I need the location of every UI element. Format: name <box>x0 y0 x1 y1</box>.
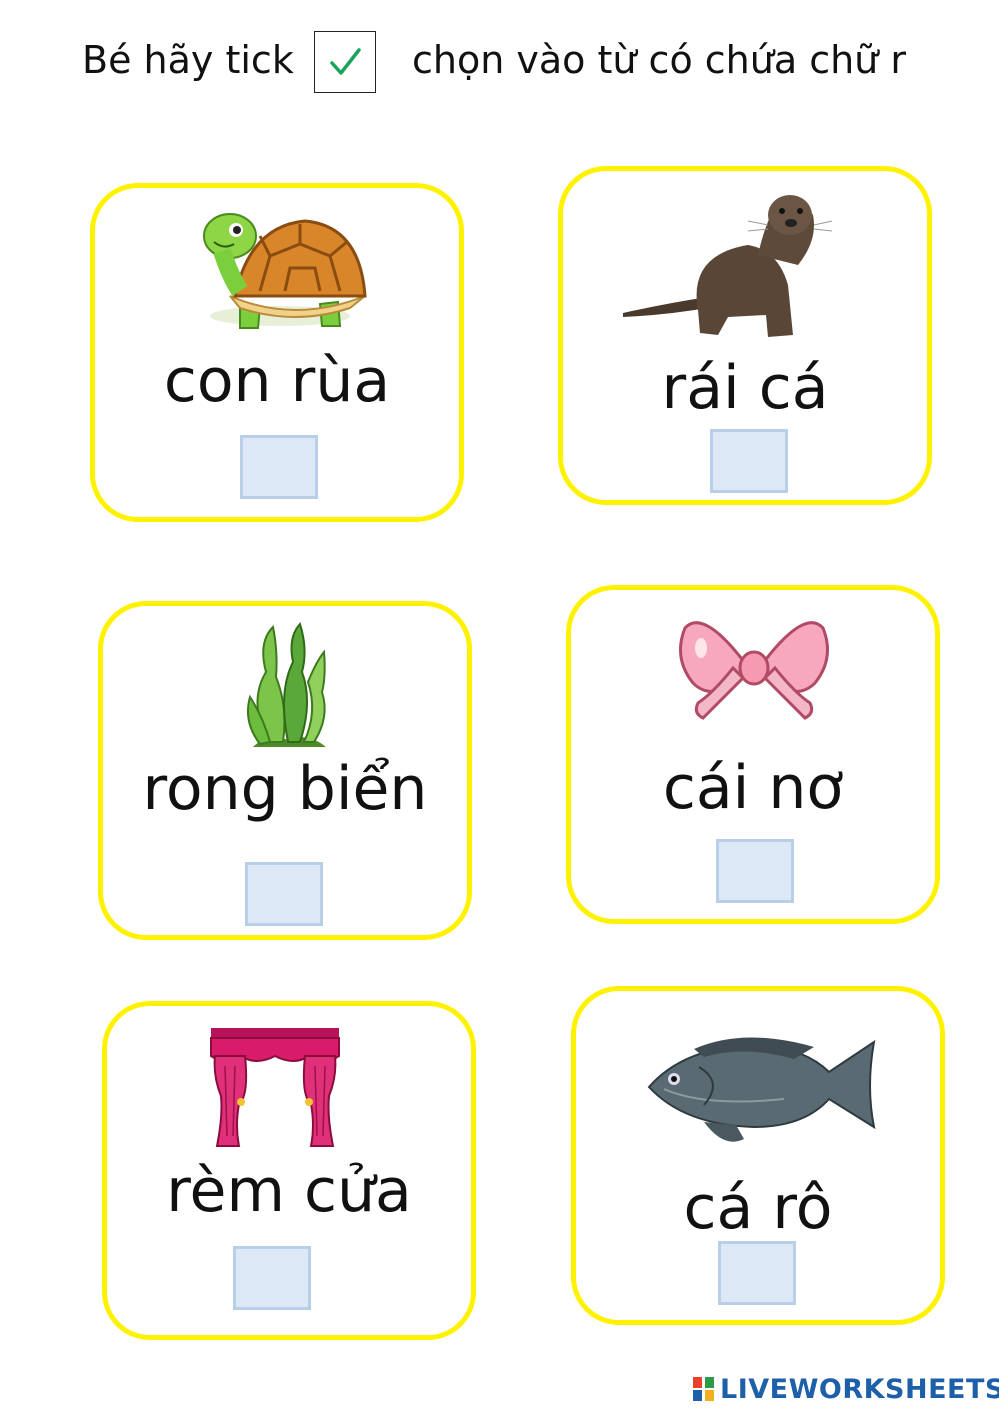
word-label: rái cá <box>661 353 829 423</box>
answer-checkbox[interactable] <box>233 1246 311 1310</box>
checkmark-icon <box>330 48 361 75</box>
answer-checkbox[interactable] <box>718 1241 796 1305</box>
seaweed-icon <box>247 622 326 747</box>
word-label: con rùa <box>163 346 391 416</box>
example-tick-box <box>314 31 376 93</box>
liveworksheets-logo-icon <box>693 1377 714 1401</box>
word-label: cá rô <box>683 1173 833 1243</box>
instruction-text-before: Bé hãy tick <box>82 38 294 82</box>
instruction-text-after: chọn vào từ có chứa chữ r <box>412 38 906 82</box>
liveworksheets-logo: LIVEWORKSHEETS <box>692 1372 999 1406</box>
otter-icon <box>623 195 833 337</box>
word-card-rai-ca: rái cá <box>558 166 932 505</box>
instruction: Bé hãy tick chọn vào từ có chứa chữ r <box>0 22 999 102</box>
bow-icon <box>679 621 829 720</box>
brand-text: LIVEWORKSHEETS <box>720 1373 999 1405</box>
word-card-rong-bien: rong biển <box>98 601 472 940</box>
curtain-icon <box>210 1028 340 1147</box>
turtle-icon <box>203 213 367 329</box>
word-label: cái nơ <box>662 753 844 823</box>
answer-checkbox[interactable] <box>240 435 318 499</box>
fish-icon <box>647 1037 876 1142</box>
answer-checkbox[interactable] <box>710 429 788 493</box>
word-label: rong biển <box>142 754 428 824</box>
word-card-cai-no: cái nơ <box>566 585 940 924</box>
answer-checkbox[interactable] <box>716 839 794 903</box>
word-card-con-rua: con rùa <box>90 183 464 522</box>
word-card-rem-cua: rèm cửa <box>102 1001 476 1340</box>
answer-checkbox[interactable] <box>245 862 323 926</box>
word-card-ca-ro: cá rô <box>571 986 945 1325</box>
word-label: rèm cửa <box>166 1156 412 1226</box>
